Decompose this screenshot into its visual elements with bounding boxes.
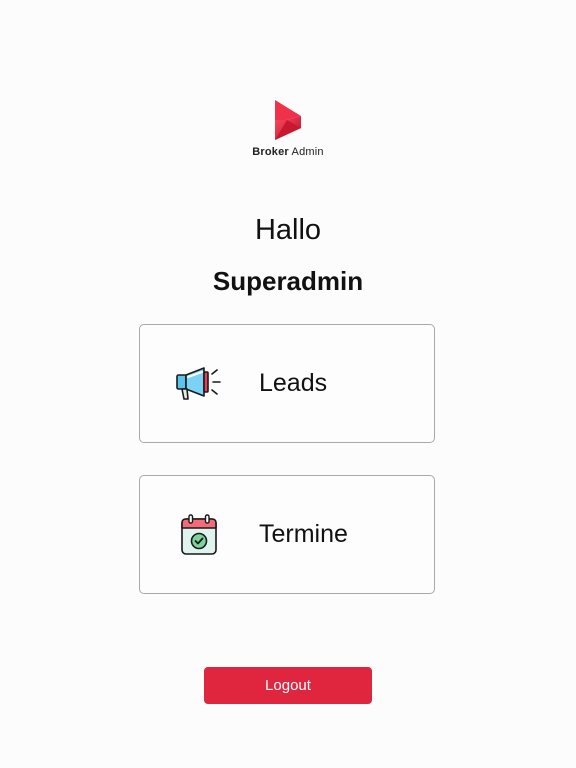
greeting-username: Superadmin bbox=[212, 266, 364, 296]
termine-card[interactable]: Termine bbox=[139, 475, 435, 594]
leads-card[interactable]: Leads bbox=[139, 324, 435, 443]
brand-logo-icon bbox=[275, 100, 301, 140]
brand-name-light: Admin bbox=[288, 146, 324, 158]
brand-name: Broker Admin bbox=[252, 146, 324, 158]
brand-logo: Broker Admin bbox=[0, 98, 576, 158]
brand-name-bold: Broker bbox=[252, 146, 289, 158]
leads-label: Leads bbox=[259, 369, 328, 397]
termine-label: Termine bbox=[259, 520, 348, 548]
calendar-check-icon bbox=[181, 514, 217, 555]
megaphone-icon bbox=[176, 367, 221, 400]
greeting-hello: Hallo bbox=[254, 214, 322, 246]
home-screen: Broker Admin Hallo Superadmin Leads Term… bbox=[0, 0, 576, 768]
logout-button[interactable]: Logout bbox=[204, 667, 372, 704]
